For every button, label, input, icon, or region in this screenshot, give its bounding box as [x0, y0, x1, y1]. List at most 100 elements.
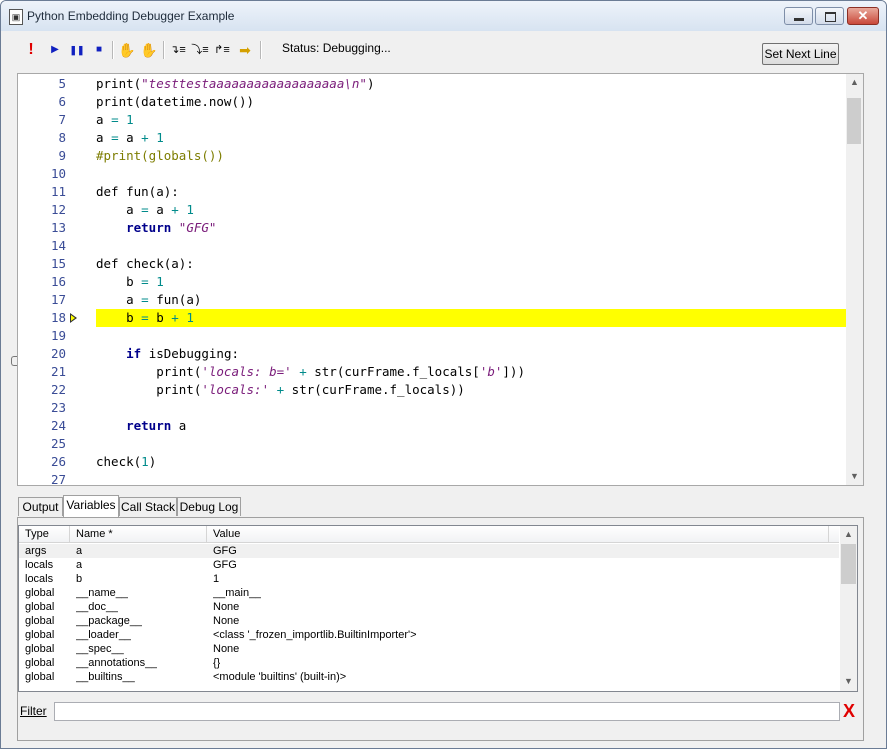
- code-line: 25: [18, 435, 848, 453]
- code-line: 16 b = 1: [18, 273, 848, 291]
- table-row[interactable]: args a GFG: [19, 544, 839, 558]
- cell-type: global: [25, 643, 55, 655]
- current-execution-line: 18 b = b + 1: [18, 309, 848, 327]
- cell-name: __doc__: [76, 601, 119, 613]
- cell-name: __annotations__: [76, 657, 158, 669]
- code-line: 22 print('locals:' + str(curFrame.f_loca…: [18, 381, 848, 399]
- table-row[interactable]: global __annotations__ {}: [19, 656, 839, 670]
- cell-value: None: [213, 601, 240, 613]
- line-number: 5: [58, 76, 66, 91]
- step-out-icon[interactable]: ↱≡: [213, 41, 231, 59]
- set-next-line-button[interactable]: Set Next Line: [762, 43, 839, 65]
- cell-type: global: [25, 601, 55, 613]
- editor-scroll-thumb[interactable]: [847, 98, 861, 144]
- close-button[interactable]: ✕: [847, 7, 879, 25]
- window-title: Python Embedding Debugger Example: [27, 9, 235, 23]
- code-line: 23: [18, 399, 848, 417]
- line-number: 25: [50, 436, 66, 451]
- column-header-type[interactable]: Type: [19, 526, 70, 542]
- stop-icon[interactable]: !: [22, 41, 40, 59]
- cell-type: global: [25, 671, 55, 683]
- current-line-highlight: [96, 309, 847, 327]
- cell-name: __builtins__: [76, 671, 135, 683]
- editor-scrollbar[interactable]: ▲ ▼: [846, 74, 863, 485]
- code-line: 21 print('locals: b=' + str(curFrame.f_l…: [18, 363, 848, 381]
- title-bar[interactable]: ▣ Python Embedding Debugger Example ✕: [1, 1, 886, 31]
- table-row[interactable]: global __name__ __main__: [19, 586, 839, 600]
- line-number: 14: [50, 238, 66, 253]
- line-number: 17: [50, 292, 66, 307]
- line-number: 22: [50, 382, 66, 397]
- run-icon[interactable]: ▶: [46, 41, 64, 59]
- debug-toolbar: ! ▶ ❚❚ ■ ✋ ✋ ↴≡ ⤵≡ ↱≡ ➡ Status: Debuggin…: [1, 31, 886, 71]
- table-header: Type Name * Value: [19, 526, 839, 543]
- cell-value: {}: [213, 657, 221, 669]
- clear-breakpoints-icon[interactable]: ✋: [140, 41, 158, 59]
- show-next-statement-icon[interactable]: ➡: [236, 41, 254, 59]
- minimize-button[interactable]: [784, 7, 813, 25]
- scroll-down-icon[interactable]: ▼: [846, 468, 863, 485]
- line-number: 15: [50, 256, 66, 271]
- code-line: 6 print(datetime.now()): [18, 93, 848, 111]
- code-line: 15 def check(a):: [18, 255, 848, 273]
- table-row[interactable]: global __doc__ None: [19, 600, 839, 614]
- table-row[interactable]: global __spec__ None: [19, 642, 839, 656]
- tab-variables[interactable]: Variables: [63, 495, 119, 517]
- close-icon: ✕: [857, 8, 869, 23]
- maximize-button[interactable]: [815, 7, 844, 25]
- step-into-icon[interactable]: ↴≡: [169, 41, 187, 59]
- pause-icon[interactable]: ❚❚: [68, 41, 86, 59]
- table-row[interactable]: locals b 1: [19, 572, 839, 586]
- tab-debug-log[interactable]: Debug Log: [177, 497, 241, 516]
- line-number: 12: [50, 202, 66, 217]
- variables-scrollbar[interactable]: ▲ ▼: [840, 526, 857, 691]
- variables-scroll-thumb[interactable]: [841, 544, 856, 584]
- table-row[interactable]: global __loader__ <class '_frozen_importli…: [19, 628, 839, 642]
- code-line: 17 a = fun(a): [18, 291, 848, 309]
- variables-table[interactable]: Type Name * Value args a GFG locals a GFG lo…: [18, 525, 858, 692]
- line-number: 16: [50, 274, 66, 289]
- line-number: 18: [50, 310, 66, 325]
- scroll-down-icon[interactable]: ▼: [840, 673, 857, 690]
- line-number: 7: [58, 112, 66, 127]
- toolbar-separator: [260, 41, 262, 59]
- column-header-name[interactable]: Name *: [70, 526, 207, 542]
- code-line: 20 if isDebugging:: [18, 345, 848, 363]
- line-number: 27: [50, 472, 66, 486]
- table-row[interactable]: global __builtins__ <module 'builtins' (bu…: [19, 670, 839, 684]
- cell-type: global: [25, 587, 55, 599]
- clear-filter-icon[interactable]: X: [843, 701, 857, 721]
- cell-name: __name__: [76, 587, 128, 599]
- filter-input[interactable]: [54, 702, 840, 721]
- line-number: 6: [58, 94, 66, 109]
- code-line: 12 a = a + 1: [18, 201, 848, 219]
- step-over-icon[interactable]: ⤵≡: [191, 41, 209, 59]
- scroll-up-icon[interactable]: ▲: [846, 74, 863, 91]
- toolbar-separator: [163, 41, 165, 59]
- code-line: 10: [18, 165, 848, 183]
- code-editor[interactable]: 5 print("testtestaaaaaaaaaaaaaaaaaa\n") 6…: [17, 73, 864, 486]
- tab-call-stack[interactable]: Call Stack: [119, 497, 177, 516]
- tab-output[interactable]: Output: [18, 497, 63, 516]
- column-header-value[interactable]: Value: [207, 526, 829, 542]
- table-row[interactable]: global __package__ None: [19, 614, 839, 628]
- line-number: 20: [50, 346, 66, 361]
- code-line: 19: [18, 327, 848, 345]
- cell-name: __package__: [76, 615, 143, 627]
- code-line: 24 return a: [18, 417, 848, 435]
- table-row[interactable]: locals a GFG: [19, 558, 839, 572]
- cell-name: a: [76, 545, 83, 557]
- line-number: 9: [58, 148, 66, 163]
- cell-value: __main__: [213, 587, 262, 599]
- hand-breakpoint-icon[interactable]: ✋: [118, 41, 136, 59]
- line-number: 21: [50, 364, 66, 379]
- toolbar-separator: [112, 41, 114, 59]
- filter-label: Filter: [20, 704, 47, 718]
- code-line: 9 #print(globals()): [18, 147, 848, 165]
- current-line-arrow-icon: [70, 313, 77, 323]
- line-number: 8: [58, 130, 66, 145]
- stop-square-icon[interactable]: ■: [90, 41, 108, 59]
- scroll-up-icon[interactable]: ▲: [840, 526, 857, 543]
- cell-value: None: [213, 643, 240, 655]
- code-line: 7a = 1: [18, 111, 848, 129]
